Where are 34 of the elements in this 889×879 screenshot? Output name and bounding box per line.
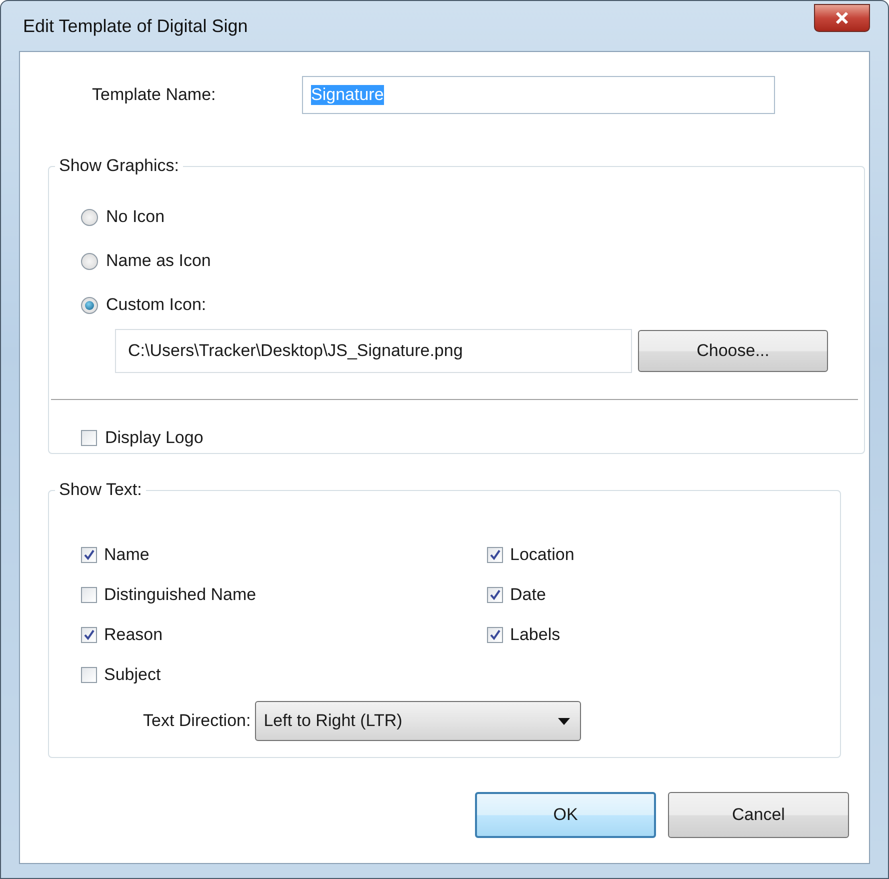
checkbox-option[interactable]: Reason [81, 615, 487, 655]
checkbox-option[interactable]: Name [81, 535, 487, 575]
path-field[interactable]: C:\Users\Tracker\Desktop\JS_Signature.png [115, 329, 632, 373]
radio-button[interactable] [81, 296, 98, 314]
group-title: Show Graphics: [55, 156, 183, 176]
checkbox-option[interactable]: Subject [81, 655, 487, 695]
checkbox[interactable] [81, 547, 97, 563]
checkbox[interactable] [487, 627, 503, 643]
field-label: Template Name: [91, 85, 217, 105]
checkbox[interactable] [81, 627, 97, 643]
window-title: Edit Template of Digital Sign [22, 16, 248, 36]
radio-button[interactable] [81, 208, 98, 226]
checkbox[interactable] [487, 547, 503, 563]
checkbox[interactable] [81, 667, 97, 683]
radio-button[interactable] [81, 252, 98, 270]
direction-dropdown[interactable]: Left to Right (LTR) [254, 701, 581, 741]
dialog-button[interactable]: Cancel [668, 792, 849, 838]
field-label: Text Direction: [143, 711, 251, 731]
checkbox[interactable] [487, 587, 503, 603]
close-button[interactable] [814, 4, 870, 32]
close-icon [834, 11, 850, 25]
checkbox[interactable] [81, 430, 97, 446]
radio-option[interactable]: Custom Icon: [81, 283, 828, 327]
checkbox-option[interactable]: Display Logo [81, 416, 828, 460]
checkbox-option[interactable]: Date [487, 575, 804, 615]
choose-button[interactable]: Choose... [638, 330, 828, 372]
checkbox[interactable] [81, 587, 97, 603]
checkbox-option[interactable]: Distinguished Name [81, 575, 487, 615]
caret-icon [558, 718, 570, 724]
checkbox-option[interactable]: Location [487, 535, 804, 575]
radio-option[interactable]: Name as Icon [81, 239, 828, 283]
radio-option[interactable]: No Icon [81, 195, 828, 239]
dialog-button[interactable]: OK [475, 792, 656, 838]
checkbox-option[interactable]: Labels [487, 615, 804, 655]
